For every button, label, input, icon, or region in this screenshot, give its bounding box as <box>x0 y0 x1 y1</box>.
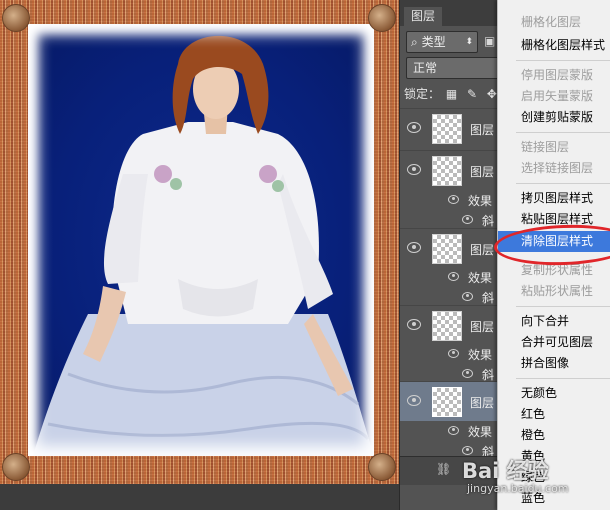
effects-label: 效果 <box>468 194 493 208</box>
visibility-eye-icon[interactable] <box>448 349 459 358</box>
menu-item-merge-down[interactable]: 向下合并 <box>498 311 610 332</box>
menu-item-rasterize-layer-style[interactable]: 栅格化图层样式 <box>498 35 610 56</box>
visibility-eye-icon[interactable] <box>407 122 421 133</box>
visibility-eye-icon[interactable] <box>462 446 473 455</box>
layer-filter-label: 类型 <box>421 35 446 49</box>
menu-item-rasterize-layer[interactable]: 栅格化图层 <box>498 12 610 33</box>
menu-separator <box>516 60 610 61</box>
tab-layers[interactable]: 图层 <box>404 7 443 26</box>
filter-pixel-icon[interactable]: ▣ <box>484 34 495 48</box>
effect-name: 斜 <box>482 214 495 228</box>
menu-item-merge-visible[interactable]: 合并可见图层 <box>498 332 610 353</box>
layer-thumbnail <box>432 387 462 417</box>
layer-name: 图层 <box>470 320 495 334</box>
menu-item-paste-shape-attributes[interactable]: 粘贴形状属性 <box>498 281 610 302</box>
visibility-eye-icon[interactable] <box>448 272 459 281</box>
visibility-eye-icon[interactable] <box>407 242 421 253</box>
menu-item-enable-vector-mask[interactable]: 启用矢量蒙版 <box>498 86 610 107</box>
frame-corner-ornament-top-right <box>368 4 396 32</box>
menu-item-select-linked-layers[interactable]: 选择链接图层 <box>498 158 610 179</box>
lock-position-icon[interactable]: ✥ <box>487 87 497 101</box>
effects-label: 效果 <box>468 271 493 285</box>
menu-item-flatten-image[interactable]: 拼合图像 <box>498 353 610 374</box>
woman-in-white-dress-illustration <box>33 35 374 456</box>
menu-item-link-layers[interactable]: 链接图层 <box>498 137 610 158</box>
menu-item-disable-layer-mask[interactable]: 停用图层蒙版 <box>498 65 610 86</box>
layer-name: 图层 <box>470 165 495 179</box>
menu-separator <box>516 378 610 379</box>
visibility-eye-icon[interactable] <box>462 369 473 378</box>
menu-item-red[interactable]: 红色 <box>498 404 610 425</box>
visibility-eye-icon[interactable] <box>462 215 473 224</box>
visibility-eye-icon[interactable] <box>407 319 421 330</box>
chevron-updown-icon: ⬍ <box>465 37 473 47</box>
menu-separator <box>516 183 610 184</box>
document-canvas[interactable] <box>0 0 400 484</box>
layer-name: 图层 <box>470 396 495 410</box>
frame-corner-ornament-top-left <box>2 4 30 32</box>
watermark-url: jingyan.baidu.com <box>467 482 569 495</box>
visibility-eye-icon[interactable] <box>448 426 459 435</box>
canvas-status-bar <box>0 484 400 510</box>
lock-image-pixels-icon[interactable]: ✎ <box>467 87 477 101</box>
blend-mode-value: 正常 <box>413 61 438 75</box>
link-layers-icon[interactable]: ⛓ <box>436 462 451 476</box>
visibility-eye-icon[interactable] <box>448 195 459 204</box>
effect-name: 斜 <box>482 291 495 305</box>
layer-name: 图层 <box>470 243 495 257</box>
menu-item-no-color[interactable]: 无颜色 <box>498 383 610 404</box>
watermark-logo: Bai 经验 <box>462 459 549 483</box>
portrait-photo <box>28 24 374 456</box>
frame-corner-ornament-bottom-left <box>2 453 30 481</box>
frame-corner-ornament-bottom-right <box>368 453 396 481</box>
visibility-eye-icon[interactable] <box>407 395 421 406</box>
menu-item-create-clipping-mask[interactable]: 创建剪贴蒙版 <box>498 107 610 128</box>
visibility-eye-icon[interactable] <box>462 292 473 301</box>
effects-label: 效果 <box>468 348 493 362</box>
lock-label: 锁定： <box>404 87 441 101</box>
menu-separator <box>516 306 610 307</box>
layer-name: 图层 <box>470 123 495 137</box>
lock-transparent-pixels-icon[interactable]: ▦ <box>446 87 457 101</box>
lock-row: 锁定： ▦ ✎ ✥ <box>404 85 497 102</box>
search-icon: ⌕ <box>411 35 418 49</box>
effects-label: 效果 <box>468 425 493 439</box>
visibility-eye-icon[interactable] <box>407 164 421 175</box>
menu-item-copy-layer-style[interactable]: 拷贝图层样式 <box>498 188 610 209</box>
layer-thumbnail <box>432 156 462 186</box>
layer-thumbnail <box>432 311 462 341</box>
layer-filter-dropdown[interactable]: ⌕ 类型 ⬍ <box>406 31 478 53</box>
menu-item-orange[interactable]: 橙色 <box>498 425 610 446</box>
menu-separator <box>516 132 610 133</box>
layer-thumbnail <box>432 234 462 264</box>
layer-thumbnail <box>432 114 462 144</box>
baidu-jingyan-watermark: Bai 经验 jingyan.baidu.com <box>462 455 569 495</box>
